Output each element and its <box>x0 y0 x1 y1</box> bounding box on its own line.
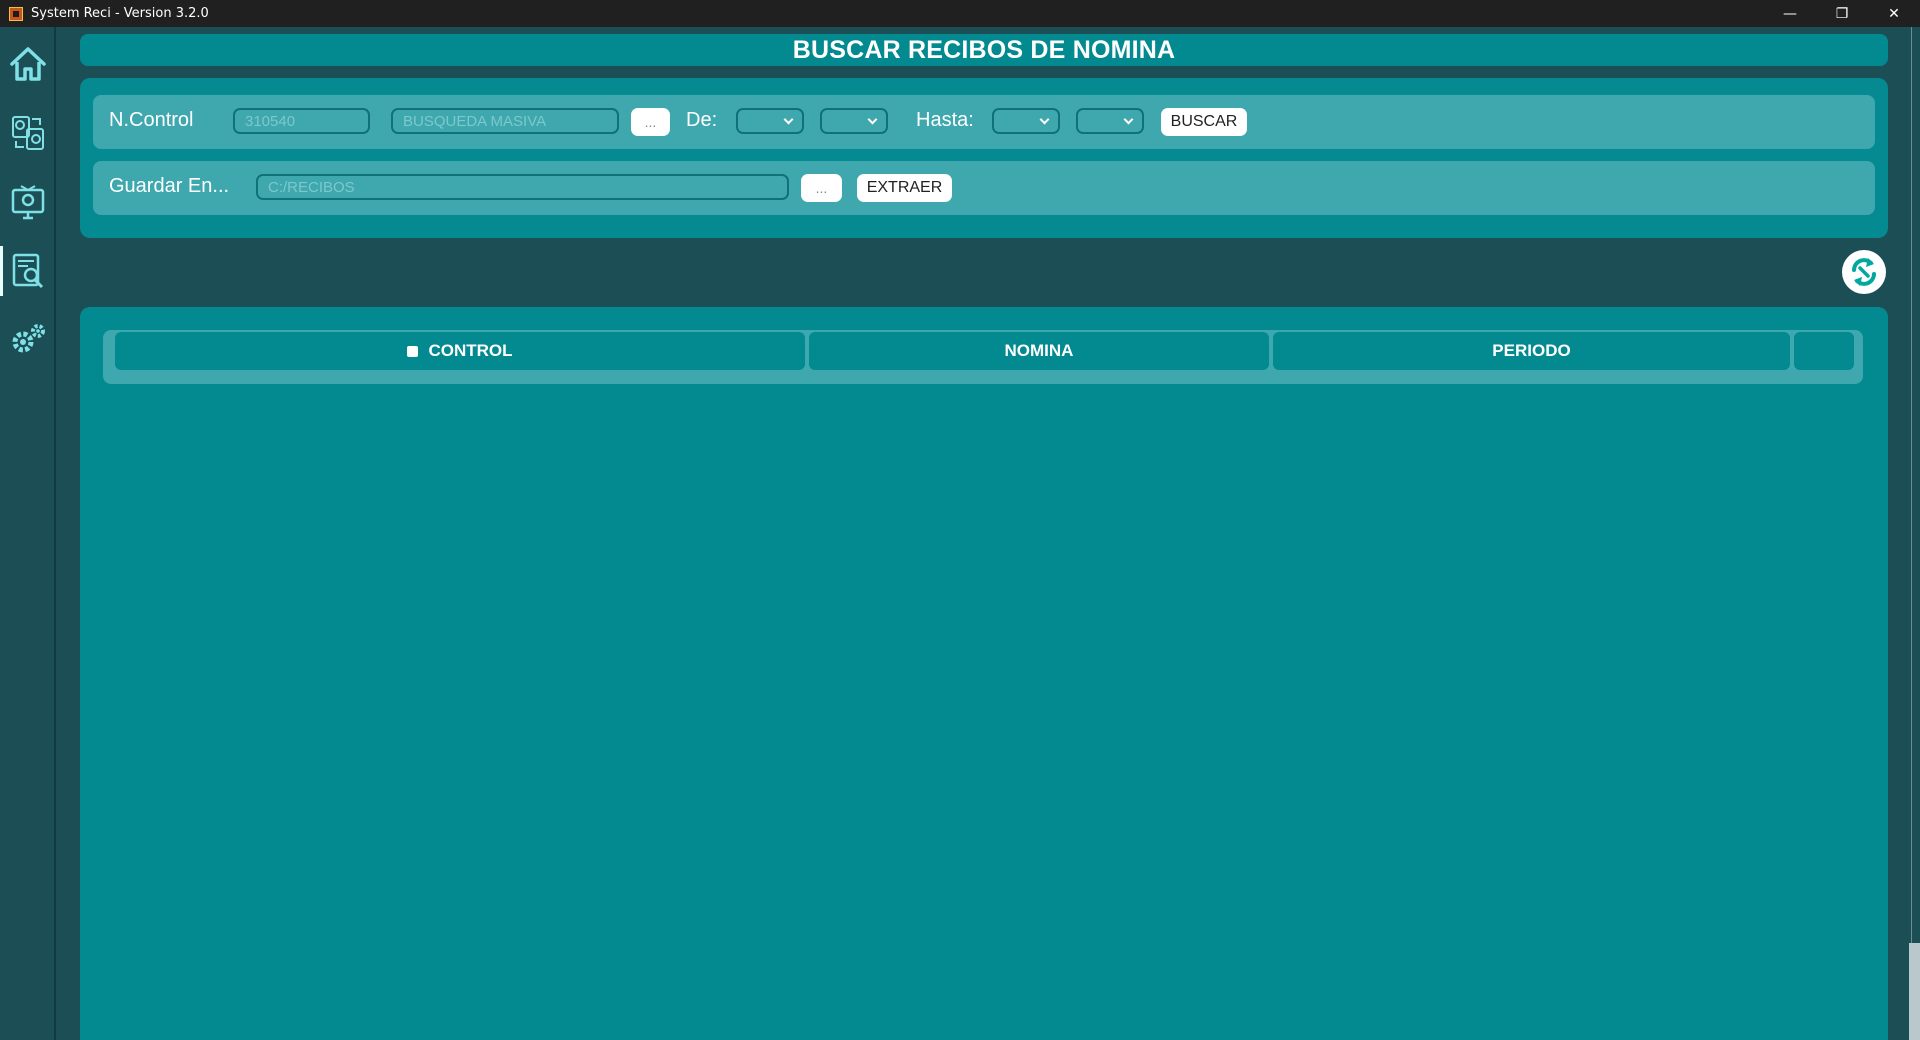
save-path-browse-button[interactable]: ... <box>801 174 842 202</box>
to-year-select[interactable] <box>1076 108 1144 134</box>
sidebar-item-settings[interactable] <box>0 310 56 368</box>
app-icon <box>9 6 23 21</box>
window-titlebar: System Reci - Version 3.2.0 — ❐ ✕ <box>0 0 1920 27</box>
home-icon <box>10 47 46 81</box>
column-header-nomina-label: NOMINA <box>1004 341 1074 360</box>
control-label: N.Control <box>109 109 194 131</box>
page-header: BUSCAR RECIBOS DE NOMINA <box>80 34 1888 66</box>
sidebar-item-transfer[interactable] <box>0 104 56 162</box>
control-number-input[interactable]: 310540 <box>233 108 370 134</box>
sidebar-item-search-receipts[interactable] <box>0 242 56 300</box>
table-header: CONTROL NOMINA PERIODO <box>103 330 1863 384</box>
search-button[interactable]: BUSCAR <box>1161 108 1247 136</box>
minimize-button[interactable]: — <box>1764 0 1816 27</box>
from-month-select[interactable] <box>736 108 804 134</box>
column-header-nomina[interactable]: NOMINA <box>809 332 1269 370</box>
window-title: System Reci - Version 3.2.0 <box>31 6 209 21</box>
close-button[interactable]: ✕ <box>1868 0 1920 27</box>
vertical-scrollbar[interactable] <box>1908 27 1920 1040</box>
select-all-checkbox[interactable] <box>407 345 419 357</box>
column-header-control-label: CONTROL <box>428 341 513 360</box>
mass-search-browse-button[interactable]: ... <box>631 108 670 136</box>
column-header-periodo-label: PERIODO <box>1492 341 1571 360</box>
page-title: BUSCAR RECIBOS DE NOMINA <box>792 35 1176 64</box>
column-header-extra[interactable] <box>1794 332 1854 370</box>
refresh-icon <box>1852 258 1876 286</box>
from-label: De: <box>686 109 718 131</box>
scrollbar-line <box>1911 27 1912 1040</box>
save-label: Guardar En... <box>109 175 230 197</box>
scrollbar-thumb[interactable] <box>1909 943 1920 1040</box>
document-search-icon <box>12 253 44 289</box>
sidebar <box>0 27 56 1040</box>
monitor-gear-icon <box>11 185 45 220</box>
search-panel: N.Control 310540 BUSQUEDA MASIVA ... De:… <box>80 78 1888 238</box>
column-header-control[interactable]: CONTROL <box>115 332 805 370</box>
sidebar-item-home[interactable] <box>0 35 56 93</box>
extract-button[interactable]: EXTRAER <box>857 174 952 202</box>
maximize-button[interactable]: ❐ <box>1816 0 1868 27</box>
to-month-select[interactable] <box>992 108 1060 134</box>
results-table-panel: CONTROL NOMINA PERIODO <box>80 307 1888 1040</box>
refresh-button[interactable] <box>1842 250 1886 294</box>
save-row: Guardar En... C:/RECIBOS ... EXTRAER <box>93 161 1875 215</box>
gears-icon <box>12 324 45 353</box>
mass-search-input[interactable]: BUSQUEDA MASIVA <box>391 108 619 134</box>
save-path-input[interactable]: C:/RECIBOS <box>256 174 789 200</box>
to-label: Hasta: <box>916 109 974 131</box>
window-controls: — ❐ ✕ <box>1764 0 1920 27</box>
file-transfer-icon <box>12 116 44 150</box>
sidebar-item-monitor[interactable] <box>0 173 56 231</box>
search-row: N.Control 310540 BUSQUEDA MASIVA ... De:… <box>93 95 1875 149</box>
from-year-select[interactable] <box>820 108 888 134</box>
column-header-periodo[interactable]: PERIODO <box>1273 332 1790 370</box>
